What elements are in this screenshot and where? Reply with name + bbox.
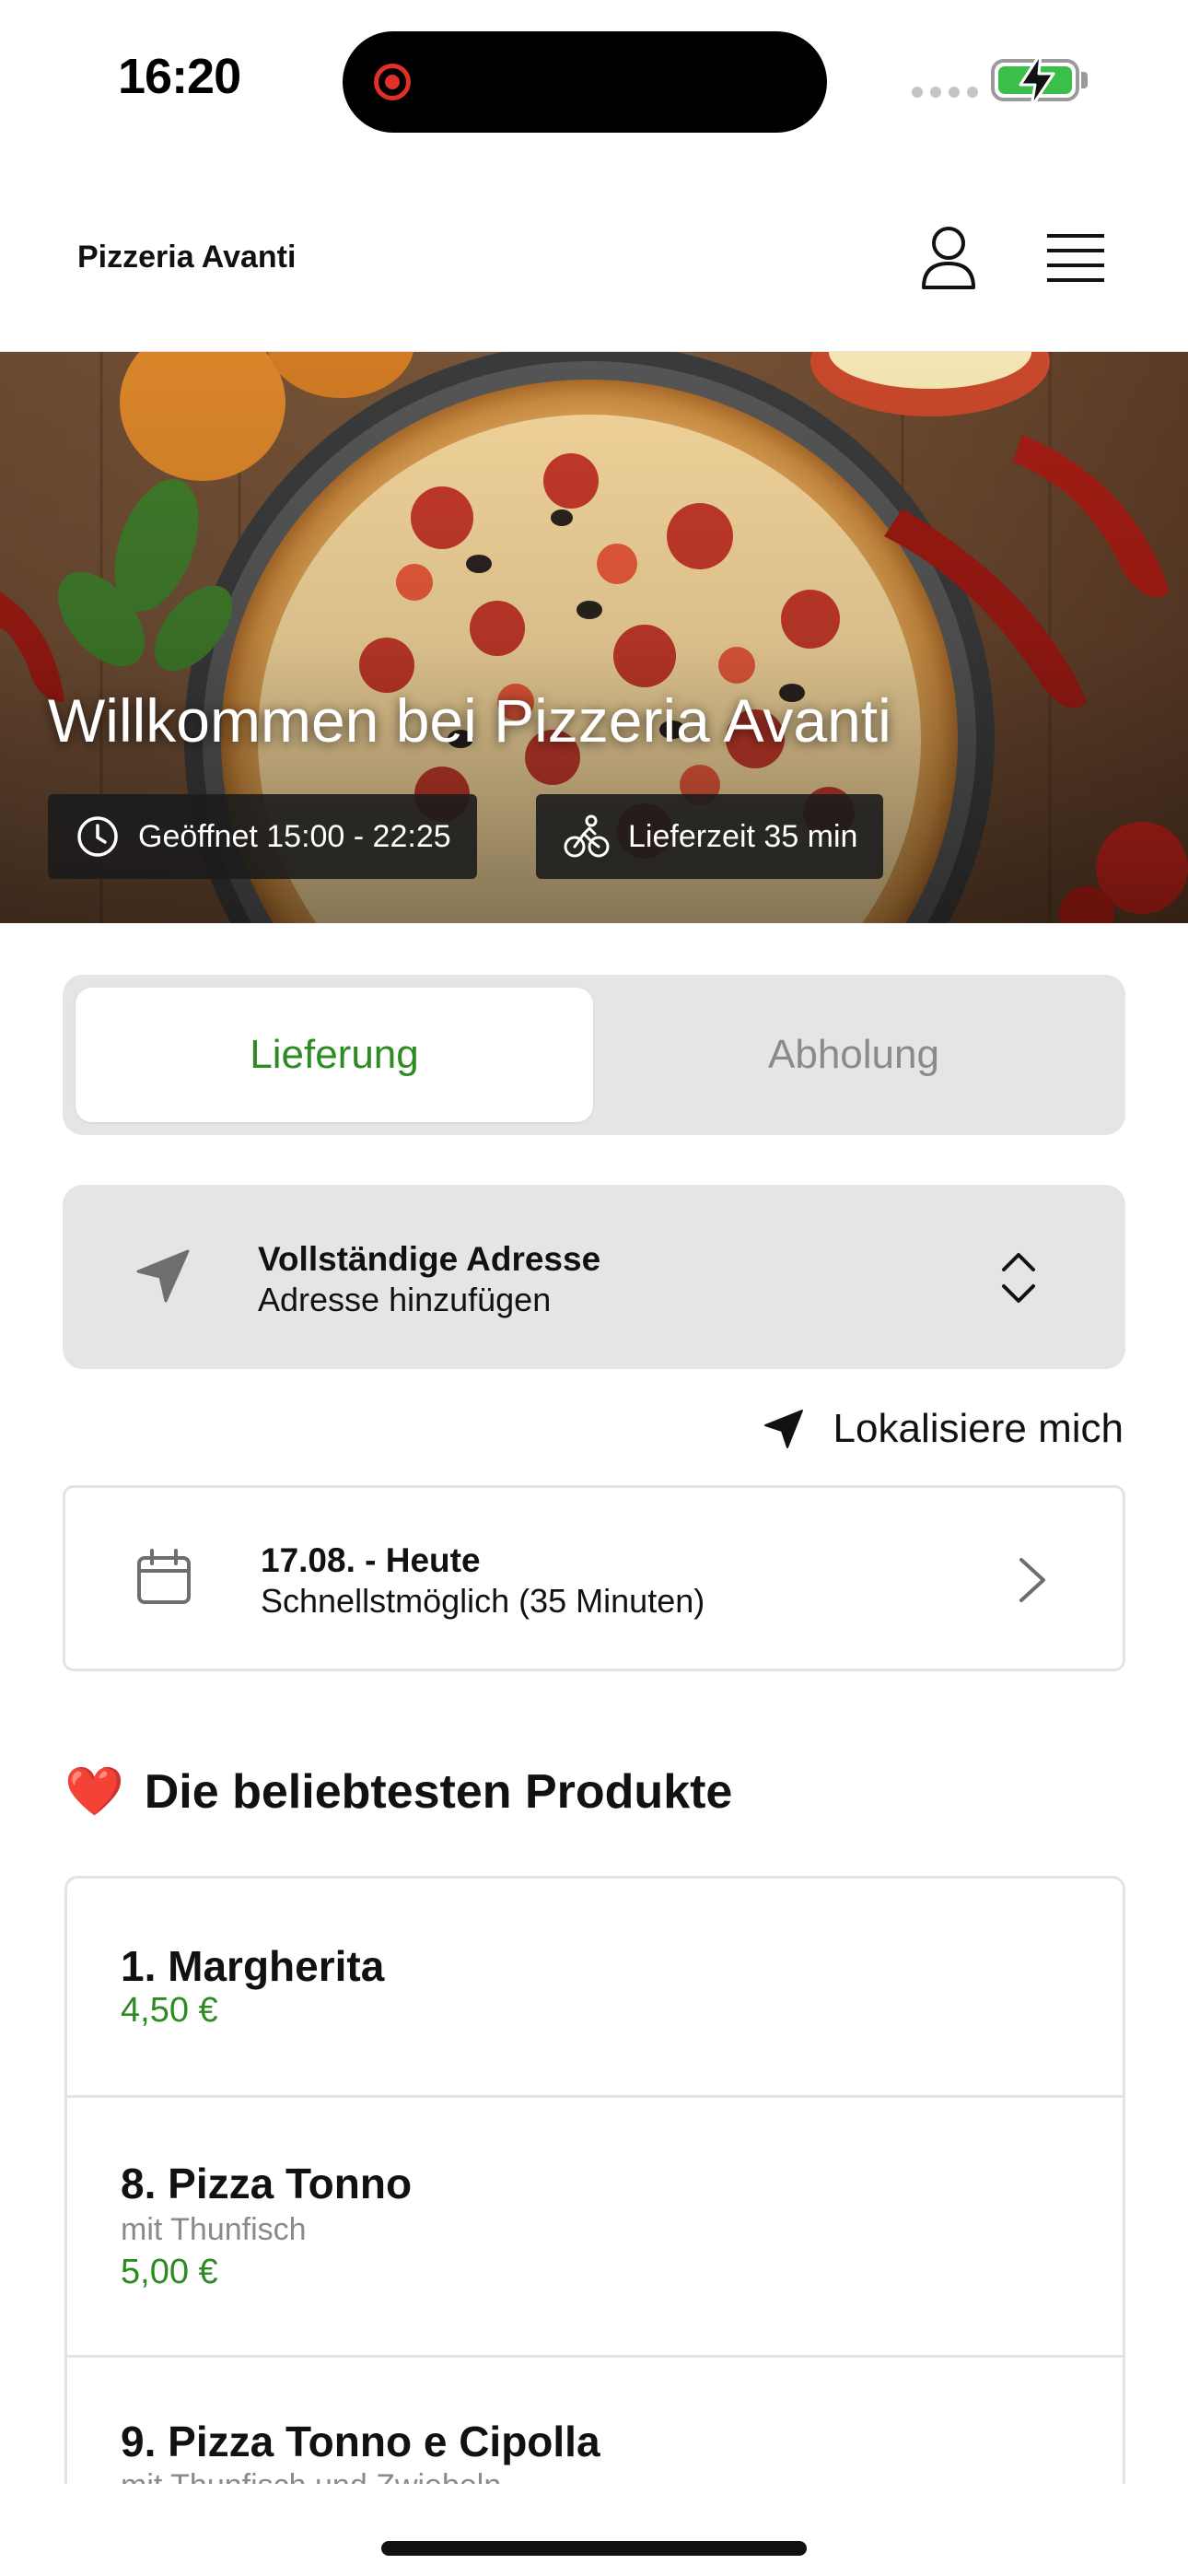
product-price: 4,50 € — [121, 1991, 218, 2030]
location-arrow-icon — [136, 1249, 190, 1303]
popular-products-title: Die beliebtesten Produkte — [144, 1764, 733, 1819]
cellular-signal-icon — [912, 87, 978, 98]
opening-hours-badge: Geöffnet 15:00 - 22:25 — [48, 794, 477, 879]
delivery-time-badge: Lieferzeit 35 min — [536, 794, 884, 879]
account-button[interactable] — [912, 221, 985, 295]
tab-pickup[interactable]: Abholung — [595, 988, 1112, 1122]
product-name: 8. Pizza Tonno — [121, 2160, 413, 2207]
brand-name[interactable]: Pizzeria Avanti — [77, 240, 296, 275]
home-indicator[interactable] — [381, 2541, 807, 2556]
status-bar: 16:20 — [0, 0, 1188, 166]
clock-icon — [77, 816, 118, 857]
bicycle-courier-icon — [564, 814, 610, 858]
product-description: mit Thunfisch — [121, 2212, 307, 2247]
product-name: 1. Margherita — [121, 1942, 385, 1990]
address-placeholder: Adresse hinzufügen — [258, 1281, 552, 1318]
recording-indicator-icon — [374, 64, 411, 100]
person-icon — [922, 227, 975, 289]
hero-banner: Willkommen bei Pizzeria Avanti Geöffnet … — [0, 352, 1188, 923]
location-arrow-icon — [763, 1410, 803, 1448]
charging-bolt-icon — [1019, 52, 1055, 109]
address-selector[interactable]: Vollständige Adresse Adresse hinzufügen — [63, 1185, 1125, 1369]
product-price: 5,00 € — [121, 2253, 218, 2291]
chevron-right-icon — [1019, 1558, 1045, 1602]
order-mode-toggle: Lieferung Abholung — [63, 975, 1125, 1135]
app-header: Pizzeria Avanti — [0, 184, 1188, 352]
popular-products-heading: ❤️ Die beliebtesten Produkte — [64, 1763, 732, 1820]
product-item[interactable]: 1. Margherita 4,50 € — [67, 1879, 1123, 2098]
delivery-time-text: Lieferzeit 35 min — [628, 818, 858, 854]
product-item[interactable]: 9. Pizza Tonno e Cipolla mit Thunfisch u… — [67, 2358, 1123, 2484]
popular-products-list: 1. Margherita 4,50 € 8. Pizza Tonno mit … — [64, 1876, 1125, 2484]
locate-me-label: Lokalisiere mich — [833, 1406, 1124, 1451]
delivery-date-subtitle: Schnellstmöglich (35 Minuten) — [261, 1582, 705, 1620]
chevron-up-down-icon — [1002, 1253, 1035, 1303]
delivery-date-selector[interactable]: 17.08. - Heute Schnellstmöglich (35 Minu… — [63, 1485, 1125, 1671]
hamburger-menu-icon — [1047, 234, 1104, 282]
status-time: 16:20 — [118, 49, 241, 104]
calendar-icon — [137, 1549, 191, 1604]
product-name: 9. Pizza Tonno e Cipolla — [121, 2418, 600, 2465]
dynamic-island — [343, 31, 827, 133]
menu-button[interactable] — [1037, 221, 1114, 295]
product-description: mit Thunfisch und Zwiebeln — [121, 2468, 501, 2484]
locate-me-button[interactable]: Lokalisiere mich — [762, 1395, 1124, 1463]
product-item[interactable]: 8. Pizza Tonno mit Thunfisch 5,00 € — [67, 2098, 1123, 2358]
address-title: Vollständige Adresse — [258, 1240, 601, 1278]
tab-delivery[interactable]: Lieferung — [76, 988, 593, 1122]
opening-hours-text: Geöffnet 15:00 - 22:25 — [138, 818, 451, 854]
hero-title: Willkommen bei Pizzeria Avanti — [48, 686, 891, 755]
delivery-date-title: 17.08. - Heute — [261, 1541, 481, 1579]
heart-icon: ❤️ — [64, 1765, 124, 1819]
